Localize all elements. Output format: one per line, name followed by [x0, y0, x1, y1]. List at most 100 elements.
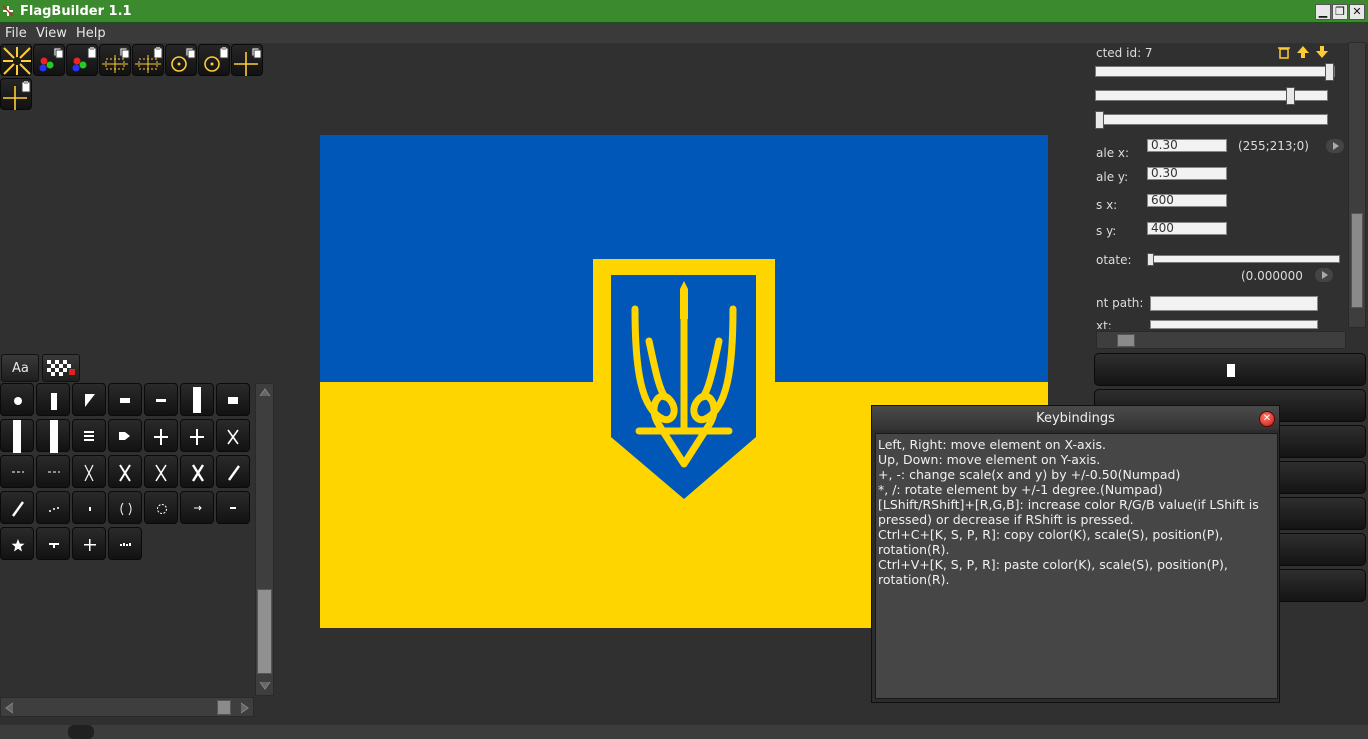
dialog-title: Keybindings: [1036, 411, 1115, 426]
tab-text[interactable]: Aa: [1, 354, 39, 382]
paste-color-button[interactable]: [66, 44, 98, 76]
vertical-bar-icon: [51, 393, 57, 410]
menu-view[interactable]: View: [36, 26, 67, 41]
tab-pattern[interactable]: [42, 354, 80, 382]
red-slider[interactable]: [1095, 63, 1335, 81]
green-slider[interactable]: [1095, 87, 1328, 105]
shape-vstripe2-button[interactable]: [36, 419, 70, 453]
paste-scale-button[interactable]: [132, 44, 164, 76]
minimize-button[interactable]: ▁: [1315, 4, 1331, 20]
properties-hscrollbar[interactable]: [1096, 331, 1346, 349]
shape-cross2-button[interactable]: [180, 419, 214, 452]
copy-rotation-button[interactable]: [165, 44, 197, 76]
menu-help[interactable]: Help: [76, 26, 106, 41]
shape-parens-button[interactable]: [108, 491, 142, 524]
pos-x-field[interactable]: 600: [1147, 194, 1227, 207]
move-down-icon[interactable]: [1315, 45, 1329, 59]
copy-scale-icon: [102, 47, 130, 73]
properties-hscroll-thumb[interactable]: [1117, 334, 1135, 347]
bottom-scrollbar[interactable]: [0, 725, 1368, 739]
blue-slider[interactable]: [1095, 111, 1328, 129]
shape-square-button[interactable]: [216, 383, 250, 416]
shape-bar-button[interactable]: [36, 383, 70, 416]
trash-icon[interactable]: [1277, 45, 1291, 59]
shape-dots-button[interactable]: [36, 491, 70, 524]
copy-scale-button[interactable]: [99, 44, 131, 76]
rotate-slider[interactable]: [1147, 253, 1340, 266]
shape-x2-button[interactable]: [144, 455, 178, 488]
shape-vstripe-button[interactable]: [0, 419, 34, 453]
shape-tall-bar-button[interactable]: [180, 383, 214, 416]
shape-line-button[interactable]: [144, 383, 178, 416]
paste-position-icon: [3, 81, 31, 110]
shape-arrow-button[interactable]: [180, 491, 214, 524]
copy-color-button[interactable]: [33, 44, 65, 76]
close-icon[interactable]: ✕: [1259, 411, 1275, 427]
move-up-icon[interactable]: [1296, 45, 1310, 59]
shape-emblem-button[interactable]: [108, 527, 142, 560]
shape-plus-button[interactable]: [72, 527, 106, 560]
shape-diag-button[interactable]: [216, 455, 250, 488]
dialog-header[interactable]: Keybindings ✕: [872, 406, 1279, 430]
shape-dash2-button[interactable]: [36, 455, 70, 488]
scale-y-label: ale y:: [1096, 170, 1129, 184]
shape-dot-button[interactable]: [72, 491, 106, 524]
shape-x-button[interactable]: [108, 455, 142, 488]
shape-cross-button[interactable]: [144, 419, 178, 452]
element-list-item[interactable]: [1094, 353, 1366, 386]
palette-vscrollbar[interactable]: [255, 383, 274, 696]
menu-file[interactable]: File: [5, 26, 27, 41]
shape-chevron-button[interactable]: [108, 419, 142, 452]
paste-rotation-button[interactable]: [198, 44, 230, 76]
scroll-left-icon[interactable]: [3, 701, 15, 715]
text-label: xt:: [1096, 319, 1112, 329]
shape-ring-button[interactable]: [144, 491, 178, 524]
scale-y-field[interactable]: 0.30: [1147, 167, 1227, 180]
small-dash-icon: [230, 507, 236, 509]
red-slider-knob[interactable]: [1325, 63, 1334, 81]
scroll-up-icon[interactable]: [258, 386, 272, 398]
shape-star-button[interactable]: [0, 527, 34, 560]
properties-scrollbar[interactable]: [1348, 42, 1366, 328]
shape-diag2-button[interactable]: [0, 491, 34, 524]
shape-x-thin-button[interactable]: [72, 455, 106, 488]
play-arrow-icon[interactable]: [1326, 139, 1344, 153]
blue-slider-knob[interactable]: [1095, 111, 1104, 129]
green-slider-knob[interactable]: [1286, 87, 1295, 105]
shape-circle-button[interactable]: [0, 383, 34, 416]
circle-shape-icon: [14, 397, 22, 405]
shrink-arrows-button[interactable]: [0, 44, 32, 76]
shape-hbar-button[interactable]: [108, 383, 142, 416]
scroll-down-icon[interactable]: [258, 680, 272, 692]
shape-x3-button[interactable]: [180, 455, 214, 488]
element-preview: [1227, 364, 1235, 377]
plus-icon: [84, 539, 96, 551]
trident-icon[interactable]: [593, 259, 775, 499]
shape-small-dash-button[interactable]: [216, 491, 250, 524]
shape-triangle-button[interactable]: [72, 383, 106, 416]
properties-scroll-thumb[interactable]: [1351, 213, 1363, 308]
palette-hscrollbar[interactable]: [0, 697, 254, 717]
shape-saltire-button[interactable]: [216, 419, 250, 452]
shape-dash-button[interactable]: [0, 455, 34, 488]
palette-hscroll-thumb[interactable]: [217, 700, 231, 715]
cross-icon: [190, 429, 204, 445]
app-icon: [2, 5, 14, 17]
palette-vscroll-thumb[interactable]: [257, 589, 272, 674]
copy-position-button[interactable]: [231, 44, 263, 76]
shape-stripes-button[interactable]: [72, 419, 106, 452]
paste-position-button[interactable]: [0, 78, 32, 110]
path-field[interactable]: [1150, 296, 1318, 311]
text-field[interactable]: [1150, 320, 1318, 329]
scroll-right-icon[interactable]: [239, 701, 251, 715]
pos-y-field[interactable]: 400: [1147, 222, 1227, 235]
scale-x-field[interactable]: 0.30: [1147, 139, 1227, 152]
rotate-slider-knob[interactable]: [1147, 253, 1154, 266]
shape-tee-button[interactable]: [36, 527, 70, 560]
diagonal-icon: [228, 465, 240, 481]
star-icon: [11, 539, 25, 552]
maximize-button[interactable]: ❐: [1332, 4, 1348, 20]
close-window-button[interactable]: ✕: [1349, 4, 1365, 20]
play-arrow-icon[interactable]: [1315, 268, 1333, 282]
bottom-scroll-thumb[interactable]: [68, 725, 94, 739]
